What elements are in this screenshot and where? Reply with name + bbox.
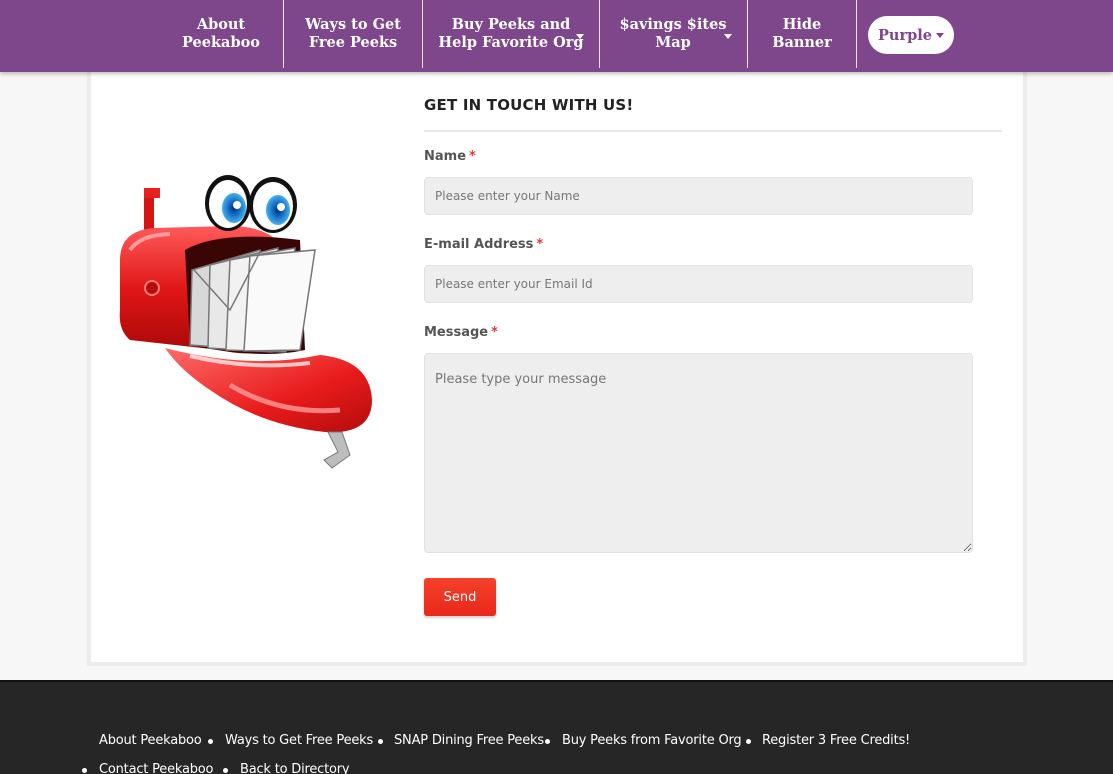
message-textarea[interactable] — [424, 353, 973, 553]
nav-savings-line1: $avings $ites — [619, 16, 727, 33]
footer-link-buy[interactable]: Buy Peeks from Favorite Org — [562, 733, 742, 748]
required-mark: * — [536, 237, 544, 252]
name-label-text: Name — [424, 149, 467, 164]
footer-link-directory[interactable]: Back to Directory — [240, 762, 350, 774]
bullet-separator — [545, 739, 550, 744]
email-label-text: E-mail Address — [424, 237, 534, 252]
footer-link-contact[interactable]: Contact Peekaboo — [99, 762, 214, 774]
nav-about-peekaboo[interactable]: About Peekaboo — [166, 0, 276, 68]
bullet-separator — [82, 768, 87, 773]
email-input[interactable] — [424, 265, 973, 303]
nav-divider — [599, 0, 600, 68]
nav-ways-to-get-free-peeks[interactable]: Ways to Get Free Peeks — [290, 0, 416, 68]
email-label: E-mail Address * — [424, 237, 543, 252]
nav-hide-banner[interactable]: Hide Banner — [754, 0, 850, 68]
nav-ways-line1: Ways to Get — [305, 16, 401, 33]
footer: About Peekaboo Ways to Get Free Peeks SN… — [0, 680, 1113, 774]
nav-buy-line1: Buy Peeks and — [451, 16, 571, 33]
nav-ways-line2: Free Peeks — [308, 34, 398, 51]
send-button[interactable]: Send — [424, 578, 496, 616]
nav-savings-sites-map[interactable]: $avings $ites Map — [608, 0, 738, 68]
nav-divider — [856, 0, 857, 68]
footer-link-about[interactable]: About Peekaboo — [99, 733, 202, 748]
theme-label: Purple — [878, 26, 932, 44]
footer-link-ways[interactable]: Ways to Get Free Peeks — [225, 733, 373, 748]
nav-divider — [747, 0, 748, 68]
nav-hide-line2: Banner — [772, 34, 832, 51]
name-label: Name * — [424, 149, 476, 164]
message-label: Message * — [424, 325, 498, 340]
bullet-separator — [746, 739, 751, 744]
top-navigation: About Peekaboo Ways to Get Free Peeks Bu… — [0, 0, 1113, 72]
theme-select-button[interactable]: Purple — [868, 16, 954, 54]
nav-hide-line1: Hide — [782, 16, 822, 33]
required-mark: * — [491, 325, 498, 340]
nav-buy-peeks[interactable]: Buy Peeks and Help Favorite Org — [432, 0, 590, 68]
title-divider — [424, 130, 1002, 132]
footer-link-snap[interactable]: SNAP Dining Free Peeks — [394, 733, 544, 748]
chevron-down-icon[interactable] — [724, 34, 732, 39]
nav-divider — [422, 0, 423, 68]
nav-divider — [283, 0, 284, 68]
nav-savings-line2: Map — [655, 34, 691, 51]
bullet-separator — [378, 739, 383, 744]
nav-about-line2: Peekaboo — [182, 34, 260, 51]
bullet-separator — [223, 768, 228, 773]
message-label-text: Message — [424, 325, 489, 340]
name-input[interactable] — [424, 177, 973, 215]
nav-buy-line2: Help Favorite Org — [438, 34, 584, 51]
required-mark: * — [469, 149, 476, 164]
bullet-separator — [208, 739, 213, 744]
form-title: GET IN TOUCH WITH US! — [424, 96, 634, 114]
chevron-down-icon[interactable] — [576, 34, 584, 39]
mailbox-mascot-illustration — [119, 175, 372, 469]
footer-link-register[interactable]: Register 3 Free Credits! — [762, 733, 910, 748]
nav-about-line1: About — [196, 16, 246, 33]
chevron-down-icon — [935, 32, 944, 38]
